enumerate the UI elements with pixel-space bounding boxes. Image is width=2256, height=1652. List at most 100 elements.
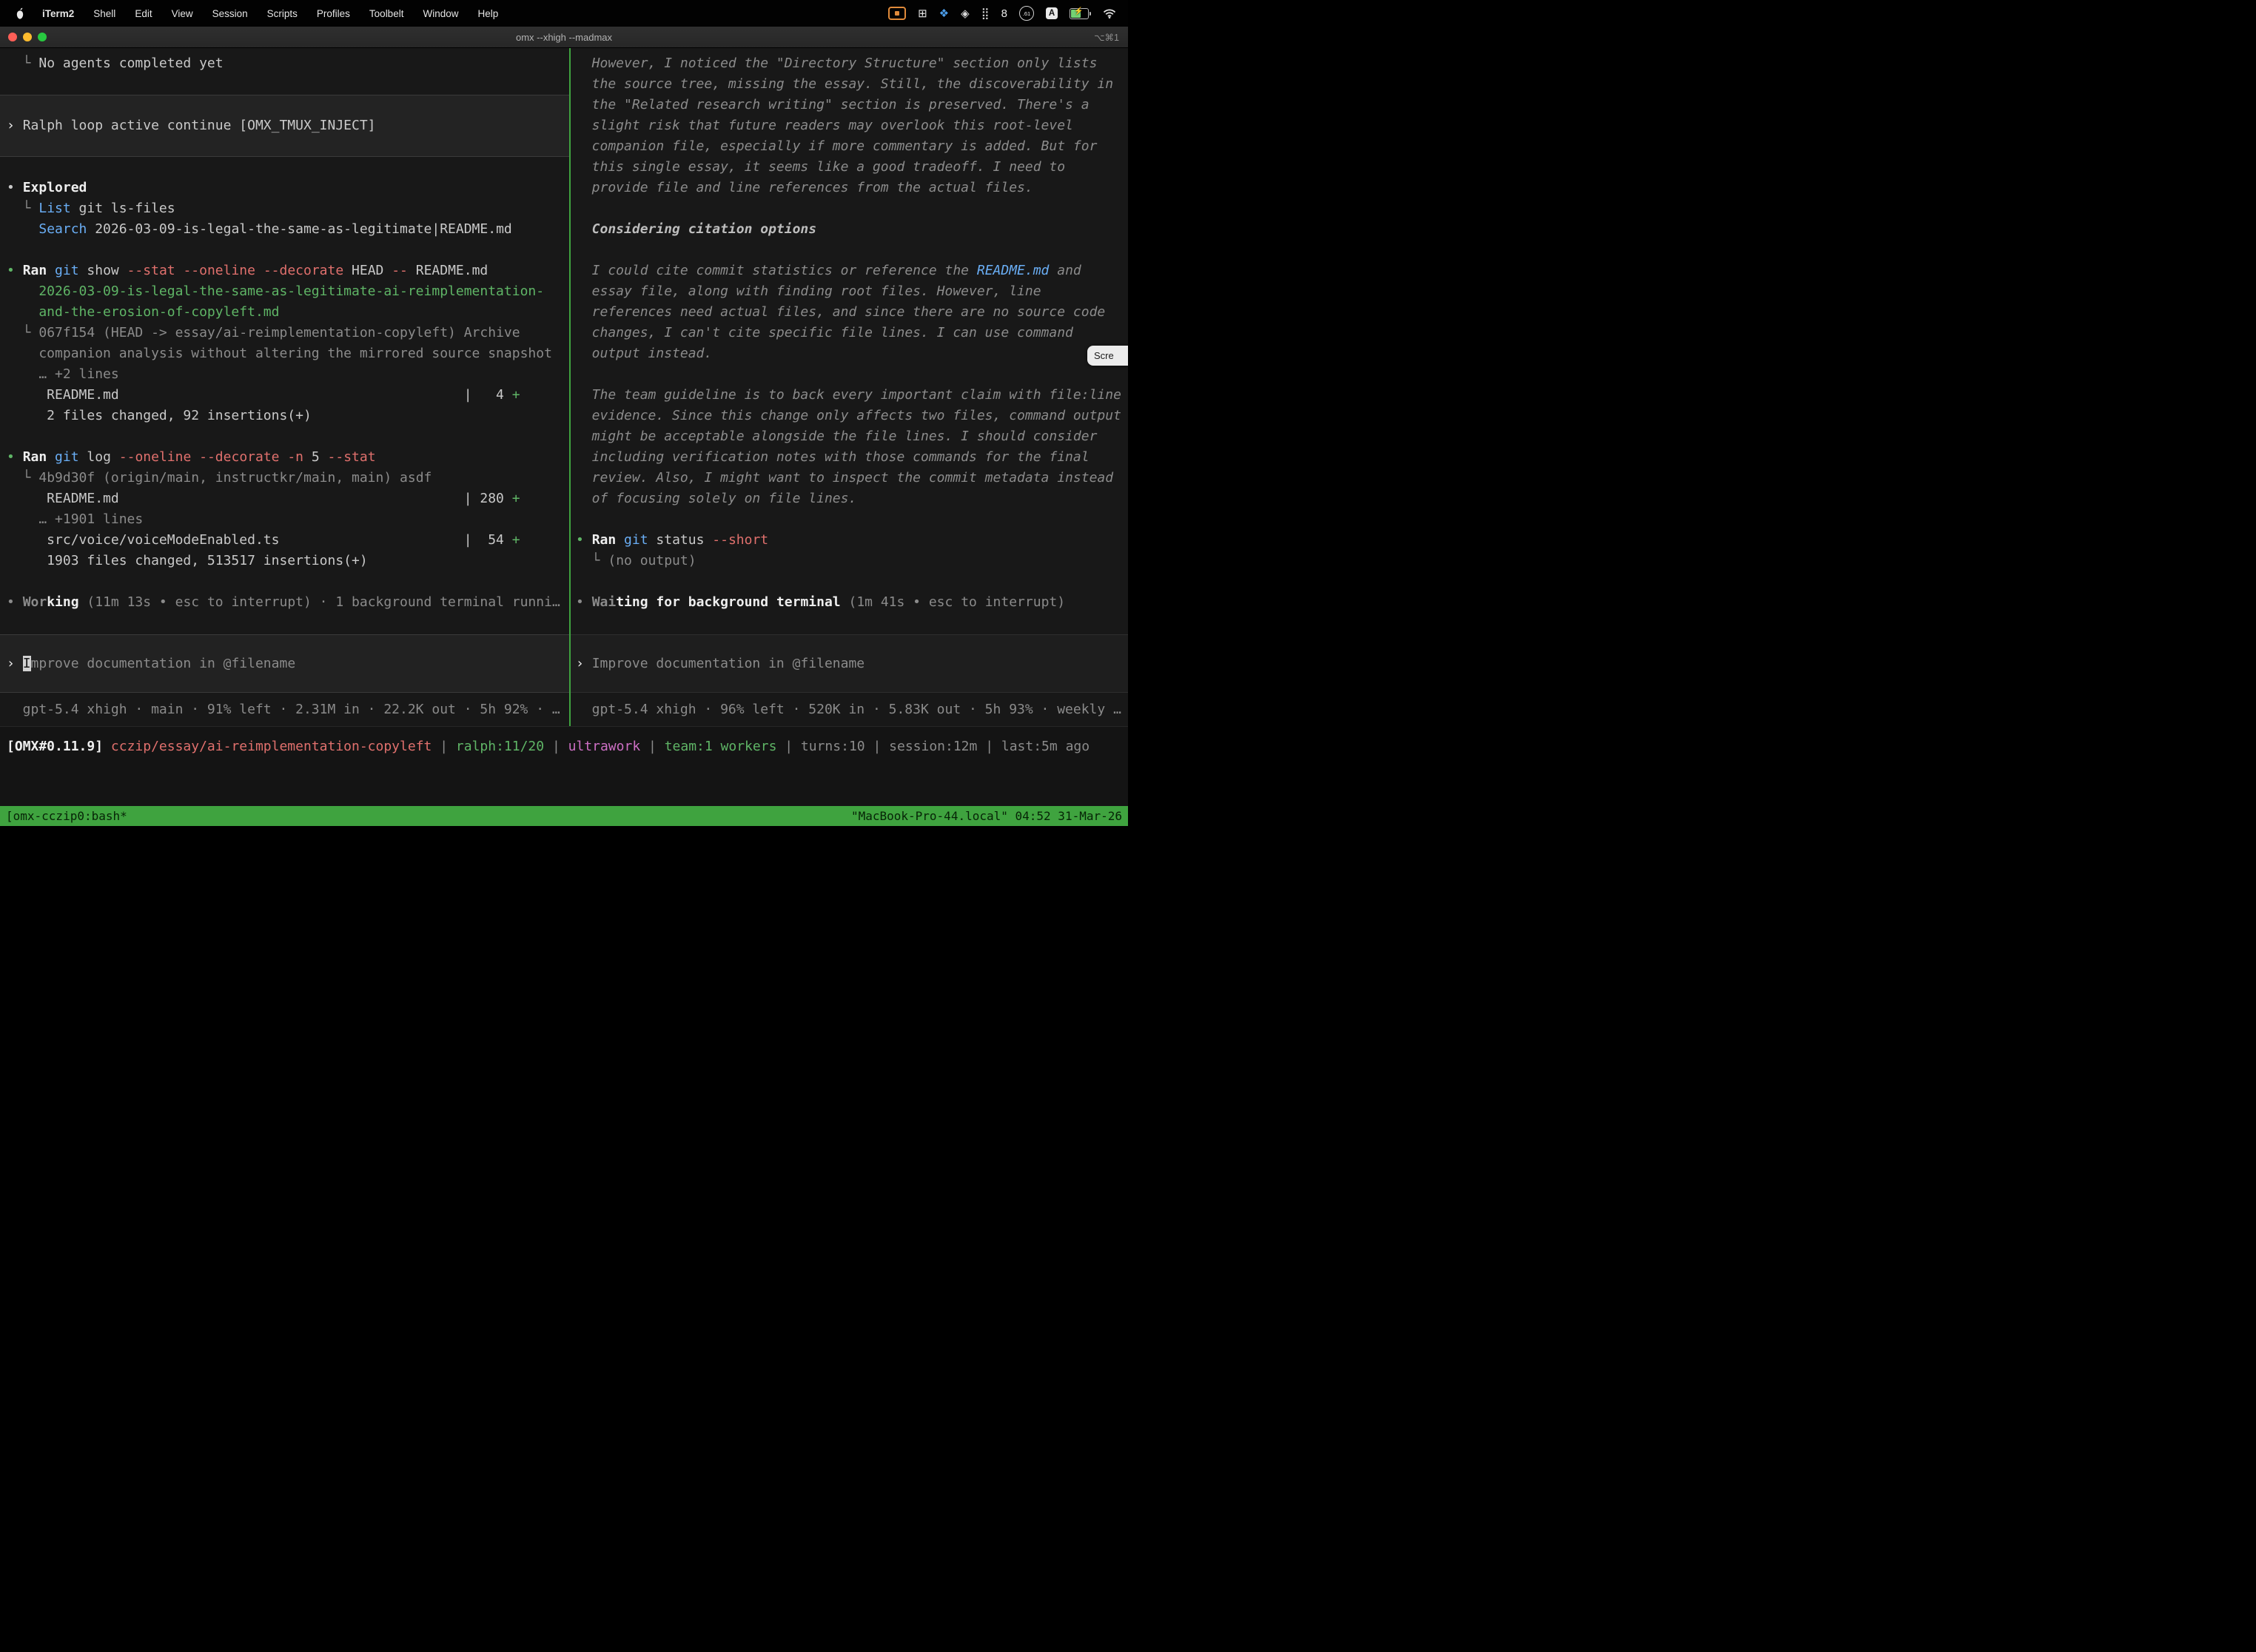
menu-item-profiles[interactable]: Profiles (307, 8, 360, 19)
dots-grid-icon[interactable]: ⣿ (981, 8, 990, 19)
text-segment: 067f154 (HEAD -> essay/ai-reimplementati… (38, 325, 520, 340)
text-segment: slight risk that future readers may over… (576, 118, 1073, 133)
working-spinner-line: • Working (11m 13s • esc to interrupt) ·… (0, 592, 569, 613)
text-segment: --stat --oneline --decorate (127, 263, 352, 278)
tmux-session-label: [omx-cczip0:bash* (6, 809, 127, 823)
text-segment: status (656, 532, 712, 548)
text-segment: this single essay, it seems like a good … (576, 159, 1065, 175)
screen-recording-indicator[interactable] (888, 7, 906, 20)
terminal-line: references need actual files, and since … (571, 302, 1128, 323)
text-segment: -n (287, 449, 312, 465)
screen-overlay-button[interactable]: Scre (1087, 346, 1128, 366)
terminal-line: 2 files changed, 92 insertions(+) (0, 406, 569, 426)
text-segment: 1903 files changed, 513517 insertions(+) (7, 553, 368, 568)
percent-circle-icon[interactable]: .61 (1019, 6, 1034, 21)
text-segment: including verification notes with those … (576, 449, 1090, 465)
text-segment: ting for background terminal (616, 594, 840, 610)
text-segment: provide file and line references from th… (576, 180, 1033, 195)
text-segment: might be acceptable alongside the file l… (576, 429, 1097, 444)
blue-app-icon[interactable]: ❖ (939, 8, 949, 19)
zoom-button[interactable] (38, 33, 47, 41)
text-segment: • (576, 594, 592, 610)
text-segment: └ (7, 56, 38, 71)
text-segment: the source tree, missing the essay. Stil… (576, 76, 1113, 92)
menu-item-window[interactable]: Window (413, 8, 468, 19)
blank-line (571, 240, 1128, 261)
menu-item-scripts[interactable]: Scripts (258, 8, 307, 19)
terminal-line: review. Also, I might want to inspect th… (571, 468, 1128, 488)
text-segment: companion file, especially if more comme… (576, 138, 1097, 154)
text-segment: git (55, 263, 87, 278)
terminal-line: src/voice/voiceModeEnabled.ts| 54 + (0, 530, 569, 551)
prompt-input-left[interactable]: › Improve documentation in @filename (0, 634, 569, 693)
terminal-line: • Ran git status --short (571, 530, 1128, 551)
terminal-line: └ 4b9d30f (origin/main, instructkr/main,… (0, 468, 569, 488)
battery-icon[interactable]: ⚡ (1070, 8, 1091, 19)
menu-item-help[interactable]: Help (468, 8, 508, 19)
text-segment: and (1049, 263, 1081, 278)
text-segment: └ (576, 553, 608, 568)
left-pane-scrollback: └ No agents completed yet › Ralph loop a… (0, 48, 569, 634)
terminal-line: └ 067f154 (HEAD -> essay/ai-reimplementa… (0, 323, 569, 343)
text-segment: session:12m (889, 739, 977, 754)
text-segment: [OMX#0.11.9] (7, 739, 111, 754)
text-segment: • (7, 449, 23, 465)
menu-item-view[interactable]: View (162, 8, 203, 19)
input-text: Improve documentation in @filename (592, 656, 865, 671)
terminal-line: of focusing solely on file lines. (571, 488, 1128, 509)
text-segment: -- (392, 263, 416, 278)
terminal-line: README.md| 4 + (0, 385, 569, 406)
blank-line (0, 426, 569, 447)
keypad-icon[interactable]: 8 (1001, 8, 1007, 19)
text-segment: List (38, 201, 78, 216)
terminal-line: README.md| 280 + (0, 488, 569, 509)
terminal-line: might be acceptable alongside the file l… (571, 426, 1128, 447)
terminal-line: slight risk that future readers may over… (571, 115, 1128, 136)
text-segment: | (432, 739, 456, 754)
text-segment: and-the-erosion-of-copyleft.md (7, 304, 279, 320)
diamond-app-icon[interactable]: ◈ (961, 8, 970, 19)
wifi-icon[interactable] (1103, 8, 1116, 19)
terminal-line: └ (no output) (571, 551, 1128, 571)
traffic-lights (0, 33, 47, 41)
window-grid-icon[interactable]: ⊞ (918, 8, 927, 19)
input-text: mprove documentation in @filename (31, 656, 296, 671)
minimize-button[interactable] (23, 33, 32, 41)
terminal-line: … +1901 lines (0, 509, 569, 530)
text-segment: king (47, 594, 78, 610)
menu-item-edit[interactable]: Edit (125, 8, 161, 19)
menu-item-shell[interactable]: Shell (84, 8, 125, 19)
menu-item-toolbelt[interactable]: Toolbelt (360, 8, 414, 19)
blank-line (0, 74, 569, 95)
inject-banner: › Ralph loop active continue [OMX_TMUX_I… (0, 95, 569, 157)
terminal-line: However, I noticed the "Directory Struct… (571, 53, 1128, 74)
tmux-status-bar: [omx-cczip0:bash* "MacBook-Pro-44.local"… (0, 806, 1128, 826)
text-segment: review. Also, I might want to inspect th… (576, 470, 1113, 486)
text-segment: Search (38, 221, 95, 237)
apple-menu-logo[interactable] (7, 7, 33, 20)
right-pane[interactable]: However, I noticed the "Directory Struct… (571, 48, 1128, 726)
close-button[interactable] (8, 33, 17, 41)
window-titlebar[interactable]: omx --xhigh --madmax ⌥⌘1 (0, 27, 1128, 48)
blank-line (0, 240, 569, 261)
text-segment: changes, I can't cite specific file line… (576, 325, 1073, 340)
prompt-input-right[interactable]: › Improve documentation in @filename (571, 634, 1128, 693)
menu-item-iterm2[interactable]: iTerm2 (33, 8, 84, 19)
left-pane[interactable]: └ No agents completed yet › Ralph loop a… (0, 48, 569, 726)
text-segment: Ran (592, 532, 624, 548)
blank-line (0, 571, 569, 592)
text-segment: the "Related research writing" section i… (576, 97, 1090, 113)
text-segment: (1m 41s • esc to interrupt) (841, 594, 1065, 610)
text-segment: --short (712, 532, 768, 548)
terminal-line: 1903 files changed, 513517 insertions(+) (0, 551, 569, 571)
menu-item-session[interactable]: Session (203, 8, 258, 19)
text-segment: Wor (23, 594, 47, 610)
terminal-line: evidence. Since this change only affects… (571, 406, 1128, 426)
text-segment: src/voice/voiceModeEnabled.ts (7, 532, 279, 548)
model-status-text: gpt-5.4 xhigh · 96% left · 520K in · 5.8… (592, 702, 1121, 717)
text-segment: Explored (23, 180, 87, 195)
blank-line (571, 571, 1128, 592)
text-segment: git (55, 449, 87, 465)
input-source-icon[interactable]: A (1046, 7, 1058, 19)
text-segment: git (624, 532, 656, 548)
